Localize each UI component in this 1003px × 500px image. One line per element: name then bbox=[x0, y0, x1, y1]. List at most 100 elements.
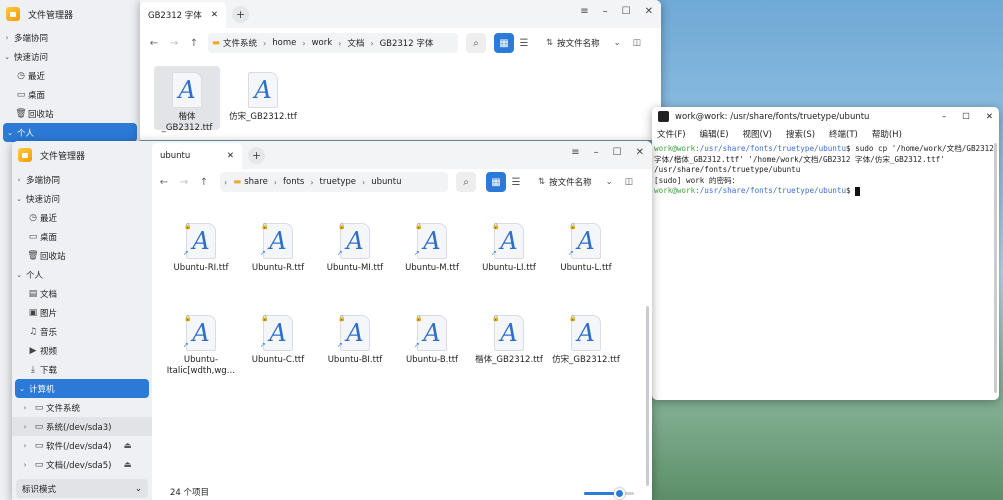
minimize-icon[interactable]: – bbox=[594, 147, 599, 158]
close-icon[interactable]: ✕ bbox=[645, 6, 653, 17]
icon-view-button[interactable]: ▦ bbox=[486, 172, 506, 192]
crumb-home[interactable]: home bbox=[272, 38, 296, 48]
zoom-slider-handle[interactable] bbox=[614, 488, 625, 499]
search-icon[interactable]: ⌕ bbox=[456, 172, 476, 192]
tab-ubuntu[interactable]: ubuntu ✕ bbox=[152, 143, 242, 169]
file-item[interactable]: 🔒 A ➚ Ubuntu- Italic[wdth,wg… bbox=[166, 315, 236, 377]
file-item[interactable]: 🔒 A 仿宋_GB2312.ttf bbox=[551, 315, 621, 366]
sidebar-item-desktop[interactable]: ▭ 桌面 bbox=[0, 85, 140, 104]
search-icon[interactable]: ⌕ bbox=[466, 33, 486, 53]
maximize-icon[interactable]: ☐ bbox=[622, 6, 631, 17]
minimize-icon[interactable]: – bbox=[603, 6, 608, 17]
menu-view[interactable]: 视图(V) bbox=[743, 128, 772, 140]
sidebar-item-music[interactable]: ♫ 音乐 bbox=[12, 322, 152, 341]
back-icon[interactable]: ← bbox=[154, 177, 174, 188]
sidebar-item-personal[interactable]: ⌄ 个人 bbox=[12, 265, 152, 284]
scrollbar[interactable] bbox=[994, 143, 997, 393]
sidebar-item-computer[interactable]: ⌄ 计算机 bbox=[15, 379, 149, 398]
forward-icon[interactable]: → bbox=[174, 177, 194, 188]
sort-label[interactable]: 按文件名称 bbox=[549, 176, 592, 188]
file-item[interactable]: 🔒 A ➚ Ubuntu-R.ttf bbox=[243, 223, 313, 274]
crumb-truetype[interactable]: truetype bbox=[320, 177, 356, 187]
sidebar-item-trash[interactable]: 🗑 回收站 bbox=[0, 104, 140, 123]
zoom-slider[interactable] bbox=[584, 488, 634, 499]
crumb-ubuntu[interactable]: ubuntu bbox=[371, 177, 401, 187]
maximize-icon[interactable]: ☐ bbox=[962, 112, 970, 122]
sidebar-item-recent[interactable]: ◷ 最近 bbox=[0, 66, 140, 85]
chevron-down-icon[interactable]: ⌄ bbox=[614, 38, 621, 48]
menu-help[interactable]: 帮助(H) bbox=[872, 128, 902, 140]
maximize-icon[interactable]: ☐ bbox=[613, 147, 622, 158]
icon-view-button[interactable]: ▦ bbox=[494, 33, 514, 53]
details-panel-icon[interactable]: ◫ bbox=[633, 38, 641, 48]
sidebar-item-collab[interactable]: › 多端协同 bbox=[0, 28, 140, 47]
sidebar-item-desktop[interactable]: ▭ 桌面 bbox=[12, 227, 152, 246]
back-icon[interactable]: ← bbox=[144, 38, 164, 49]
file-item[interactable]: 🔒 A ➚ Ubuntu-LI.ttf bbox=[474, 223, 544, 274]
menu-edit[interactable]: 编辑(E) bbox=[700, 128, 729, 140]
sidebar-item-collab[interactable]: › 多端协同 bbox=[12, 170, 152, 189]
menu-terminal[interactable]: 终端(T) bbox=[829, 128, 858, 140]
mode-selector[interactable]: 标识模式 ⌄ bbox=[16, 479, 148, 498]
file-item[interactable]: 🔒 A ➚ Ubuntu-BI.ttf bbox=[320, 315, 390, 366]
lock-icon: 🔒 bbox=[569, 223, 577, 230]
eject-icon[interactable]: ⏏ bbox=[123, 460, 131, 470]
close-icon[interactable]: ✕ bbox=[227, 151, 234, 161]
file-item[interactable]: A 仿宋_GB2312.ttf bbox=[228, 72, 298, 123]
up-icon[interactable]: ↑ bbox=[194, 177, 214, 188]
crumb-docs[interactable]: 文档 bbox=[347, 37, 364, 49]
crumb-fonts[interactable]: fonts bbox=[283, 177, 304, 187]
sort-icon[interactable]: ⇅ bbox=[538, 177, 545, 187]
sort-label[interactable]: 按文件名称 bbox=[557, 37, 600, 49]
chevron-right-icon[interactable]: › bbox=[224, 178, 227, 187]
sidebar-item-sda3[interactable]: › ▭ 系统(/dev/sda3) bbox=[12, 417, 152, 436]
new-tab-button[interactable]: + bbox=[248, 146, 265, 164]
details-panel-icon[interactable]: ◫ bbox=[625, 177, 633, 187]
sidebar-item-quick[interactable]: ⌄ 快速访问 bbox=[12, 189, 152, 208]
file-item[interactable]: 🔒 A ➚ Ubuntu-C.ttf bbox=[243, 315, 313, 366]
tab-gb2312[interactable]: GB2312 字体 ✕ bbox=[140, 2, 226, 28]
chevron-right-icon: › bbox=[338, 38, 342, 48]
close-icon[interactable]: ✕ bbox=[211, 10, 218, 20]
sidebar-item-recent[interactable]: ◷ 最近 bbox=[12, 208, 152, 227]
menu-icon[interactable]: ≡ bbox=[571, 147, 579, 158]
sidebar-item-trash[interactable]: 🗑 回收站 bbox=[12, 246, 152, 265]
list-view-button[interactable]: ☰ bbox=[506, 172, 526, 192]
menu-icon[interactable]: ≡ bbox=[580, 6, 588, 17]
file-item[interactable]: A 楷体_GB2312.ttf bbox=[154, 66, 220, 133]
minimize-icon[interactable]: – bbox=[942, 112, 946, 122]
file-item[interactable]: 🔒 A ➚ Ubuntu-L.ttf bbox=[551, 223, 621, 274]
terminal-output[interactable]: work@work:/usr/share/fonts/truetype/ubun… bbox=[652, 142, 999, 199]
sidebar-item-downloads[interactable]: ⤓ 下载 bbox=[12, 360, 152, 379]
close-icon[interactable]: ✕ bbox=[636, 147, 644, 158]
file-item[interactable]: 🔒 A 楷体_GB2312.ttf bbox=[474, 315, 544, 366]
file-item[interactable]: 🔒 A ➚ Ubuntu-M.ttf bbox=[397, 223, 467, 274]
chevron-down-icon: ⌄ bbox=[134, 483, 142, 494]
scrollbar[interactable] bbox=[646, 306, 649, 486]
sidebar-item-docs[interactable]: ▤ 文档 bbox=[12, 284, 152, 303]
sort-icon[interactable]: ⇅ bbox=[546, 38, 553, 48]
sidebar-item-sda5[interactable]: › ▭ 文档(/dev/sda5) ⏏ bbox=[12, 455, 152, 474]
crumb-work[interactable]: work bbox=[312, 38, 333, 48]
close-icon[interactable]: ✕ bbox=[986, 112, 993, 122]
crumb-share[interactable]: ▬ share bbox=[233, 177, 268, 187]
eject-icon[interactable]: ⏏ bbox=[123, 441, 131, 451]
sidebar-item-personal[interactable]: ⌄ 个人 bbox=[3, 123, 137, 142]
sidebar-item-videos[interactable]: ▶ 视频 bbox=[12, 341, 152, 360]
file-item[interactable]: 🔒 A ➚ Ubuntu-RI.ttf bbox=[166, 223, 236, 274]
sidebar-item-sda4[interactable]: › ▭ 软件(/dev/sda4) ⏏ bbox=[12, 436, 152, 455]
file-item[interactable]: 🔒 A ➚ Ubuntu-B.ttf bbox=[397, 315, 467, 366]
crumb-filesystem[interactable]: ▬ 文件系统 bbox=[212, 37, 257, 49]
menu-file[interactable]: 文件(F) bbox=[657, 128, 686, 140]
list-view-button[interactable]: ☰ bbox=[514, 33, 534, 53]
menu-search[interactable]: 搜索(S) bbox=[786, 128, 815, 140]
sidebar-item-pictures[interactable]: ▣ 图片 bbox=[12, 303, 152, 322]
file-item[interactable]: 🔒 A ➚ Ubuntu-MI.ttf bbox=[320, 223, 390, 274]
up-icon[interactable]: ↑ bbox=[184, 38, 204, 49]
sidebar-item-quick[interactable]: ⌄ 快速访问 bbox=[0, 47, 140, 66]
sidebar-item-filesystem[interactable]: › ▭ 文件系统 bbox=[12, 398, 152, 417]
chevron-down-icon[interactable]: ⌄ bbox=[606, 177, 613, 187]
forward-icon[interactable]: → bbox=[164, 38, 184, 49]
crumb-gb2312[interactable]: GB2312 字体 bbox=[380, 37, 434, 49]
new-tab-button[interactable]: + bbox=[232, 5, 249, 23]
